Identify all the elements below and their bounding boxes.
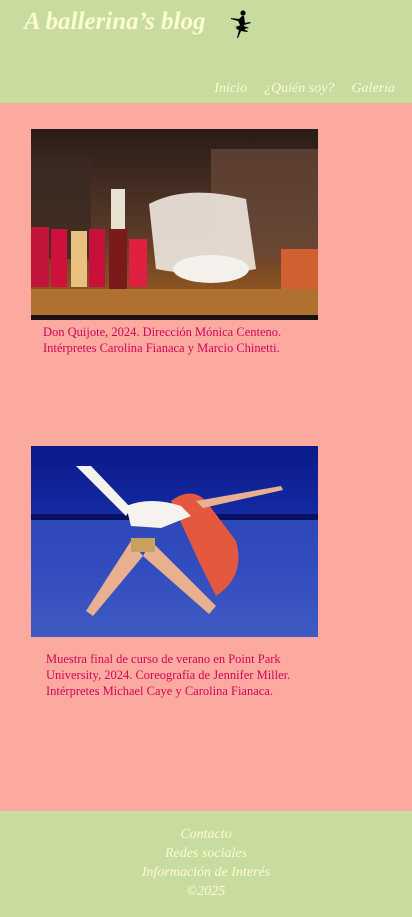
site-header: A ballerina’s blog Inicio ¿Quién soy? Ga… (0, 0, 412, 103)
main-nav: Inicio ¿Quién soy? Galería (214, 81, 395, 97)
photo-caption-1: Don Quijote, 2024. Dirección Mónica Cent… (43, 325, 282, 355)
site-footer: Contacto Redes sociales Información de I… (0, 811, 412, 917)
nav-link-galeria[interactable]: Galería (351, 81, 395, 97)
copyright: ©2025 (186, 884, 226, 899)
ballerina-icon (231, 10, 251, 38)
summer-course-photo (31, 446, 318, 637)
footer-link-redes-sociales[interactable]: Redes sociales (0, 844, 412, 863)
nav-link-quien-soy[interactable]: ¿Quién soy? (264, 81, 334, 97)
don-quijote-photo (31, 129, 318, 320)
footer-link-contacto[interactable]: Contacto (0, 825, 412, 844)
footer-link-informacion[interactable]: Información de Interés (0, 863, 412, 882)
nav-link-inicio[interactable]: Inicio (214, 81, 247, 97)
photo-caption-2: Muestra final de curso de verano en Poin… (46, 652, 291, 698)
site-title[interactable]: A ballerina’s blog (24, 8, 206, 36)
